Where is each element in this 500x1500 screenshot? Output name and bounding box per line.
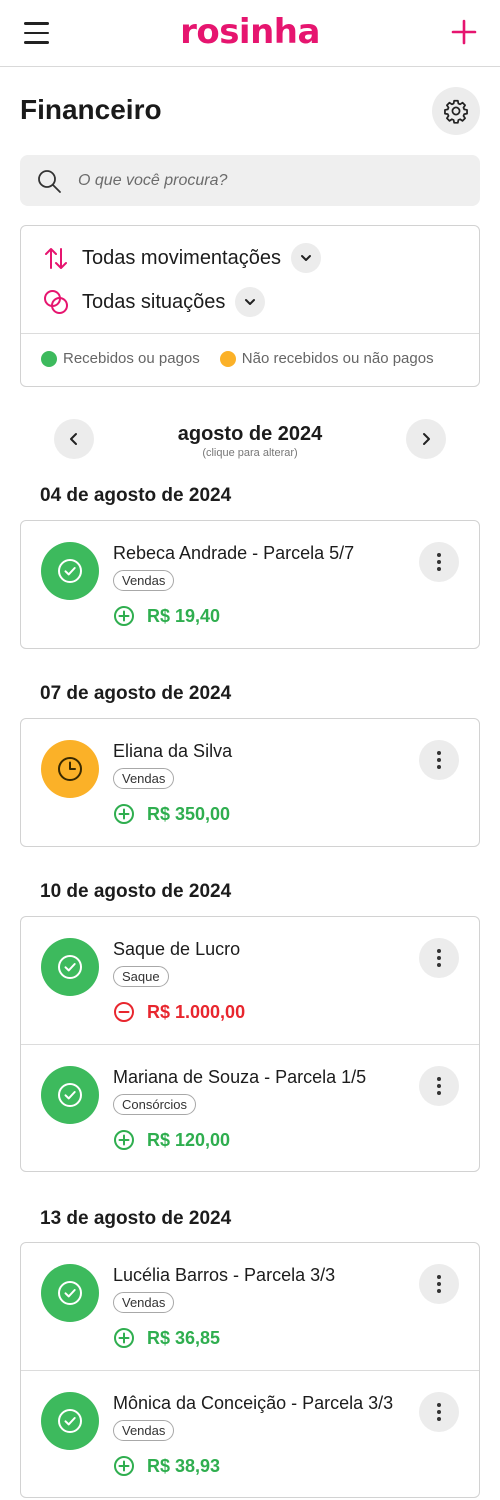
transaction-row[interactable]: Saque de Lucro Saque R$ 1.000,00: [21, 917, 479, 1044]
check-circle-icon: [58, 559, 82, 583]
status-indicator: [41, 740, 99, 798]
status-indicator: [41, 1066, 99, 1124]
gear-icon: [444, 99, 468, 124]
status-legend: Recebidos ou pagos Não recebidos ou não …: [41, 350, 454, 367]
more-options-button[interactable]: [419, 1264, 459, 1304]
transaction-name: Eliana da Silva: [113, 741, 233, 761]
search-icon: [38, 169, 61, 193]
date-heading: 07 de agosto de 2024: [40, 683, 232, 704]
transfer-arrows-icon: [41, 243, 71, 273]
transaction-card: Saque de Lucro Saque R$ 1.000,00 Mariana de…: [20, 916, 480, 1172]
date-heading: 13 de agosto de 2024: [40, 1208, 232, 1229]
transaction-amount: R$ 19,40: [147, 605, 221, 626]
search-bar: [20, 155, 480, 206]
chevron-down-icon[interactable]: [290, 243, 321, 273]
chevron-down-icon[interactable]: [235, 287, 266, 317]
month-navigator: agosto de 2024 (clique para alterar): [54, 419, 446, 461]
plus-circle-icon: [114, 606, 134, 626]
transaction-name: Mariana de Souza - Parcela 1/5: [113, 1067, 367, 1087]
category-tag: Vendas: [113, 768, 175, 789]
minus-circle-icon: [114, 1002, 134, 1022]
category-tag: Vendas: [113, 570, 175, 591]
transaction-card: Lucélia Barros - Parcela 3/3 Vendas R$ 36,…: [20, 1242, 480, 1498]
more-options-button[interactable]: [419, 1392, 459, 1432]
transaction-amount: R$ 36,85: [147, 1327, 221, 1348]
filters-panel: Todas movimentações Todas situações Rece…: [20, 225, 480, 387]
plus-circle-icon: [114, 1130, 134, 1150]
transaction-row[interactable]: Mariana de Souza - Parcela 1/5 Consórcios…: [21, 1044, 479, 1171]
movements-filter-label: Todas movimentações: [82, 246, 281, 269]
category-tag: Saque: [113, 966, 169, 987]
more-options-button[interactable]: [419, 542, 459, 582]
transaction-amount: R$ 350,00: [147, 803, 231, 824]
status-indicator: [41, 938, 99, 996]
next-month-button[interactable]: [406, 419, 446, 459]
legend-pending-label: Não recebidos ou não pagos: [241, 350, 434, 367]
date-heading: 04 de agosto de 2024: [40, 485, 232, 506]
transaction-name: Lucélia Barros - Parcela 3/3: [113, 1265, 336, 1285]
check-circle-icon: [58, 1281, 82, 1305]
more-vertical-icon: [437, 1076, 441, 1097]
month-hint: (clique para alterar): [202, 447, 298, 459]
category-tag: Consórcios: [113, 1094, 197, 1115]
divider: [21, 333, 479, 334]
more-vertical-icon: [437, 1402, 441, 1423]
settings-button[interactable]: [432, 87, 480, 135]
transaction-amount: R$ 38,93: [147, 1455, 221, 1476]
category-tag: Vendas: [113, 1420, 175, 1441]
transaction-name: Rebeca Andrade - Parcela 5/7: [113, 543, 355, 563]
amount-row: R$ 36,85: [113, 1327, 220, 1349]
legend-received-label: Recebidos ou pagos: [63, 350, 200, 367]
situations-filter[interactable]: Todas situações: [41, 287, 266, 317]
plus-circle-icon: [114, 1456, 134, 1476]
more-options-button[interactable]: [419, 1066, 459, 1106]
app-logo: rosinha: [180, 12, 320, 52]
plus-circle-icon: [114, 1328, 134, 1348]
plus-circle-icon: [114, 804, 134, 824]
transaction-row[interactable]: Mônica da Conceição - Parcela 3/3 Vendas R…: [21, 1370, 479, 1497]
amount-row: R$ 19,40: [113, 605, 220, 627]
check-circle-icon: [58, 1409, 82, 1433]
clock-icon: [58, 757, 82, 781]
transaction-row[interactable]: Lucélia Barros - Parcela 3/3 Vendas R$ 36,…: [21, 1243, 479, 1370]
search-input[interactable]: [78, 171, 438, 190]
transaction-card: Eliana da Silva Vendas R$ 350,00: [20, 718, 480, 847]
amount-row: R$ 1.000,00: [113, 1001, 245, 1023]
transaction-name: Saque de Lucro: [113, 939, 241, 959]
more-vertical-icon: [437, 552, 441, 573]
chevron-right-icon: [423, 433, 430, 445]
more-options-button[interactable]: [419, 938, 459, 978]
more-vertical-icon: [437, 750, 441, 771]
amount-row: R$ 350,00: [113, 803, 230, 825]
amount-row: R$ 120,00: [113, 1129, 230, 1151]
add-icon[interactable]: [450, 18, 478, 46]
more-vertical-icon: [437, 1274, 441, 1295]
transaction-amount: R$ 1.000,00: [147, 1001, 246, 1022]
more-vertical-icon: [437, 948, 441, 969]
status-indicator: [41, 1264, 99, 1322]
transaction-amount: R$ 120,00: [147, 1129, 231, 1150]
situations-filter-label: Todas situações: [82, 290, 226, 313]
transaction-row[interactable]: Eliana da Silva Vendas R$ 350,00: [21, 719, 479, 846]
check-circle-icon: [58, 955, 82, 979]
transaction-name: Mônica da Conceição - Parcela 3/3: [113, 1393, 394, 1413]
category-tag: Vendas: [113, 1292, 175, 1313]
check-circle-icon: [58, 1083, 82, 1107]
status-indicator: [41, 1392, 99, 1450]
legend-received: Recebidos ou pagos: [41, 350, 200, 367]
top-bar: rosinha: [0, 0, 500, 67]
transaction-card: Rebeca Andrade - Parcela 5/7 Vendas R$ 19,…: [20, 520, 480, 649]
page-title: Financeiro: [20, 94, 162, 125]
green-dot-icon: [41, 350, 57, 367]
more-options-button[interactable]: [419, 740, 459, 780]
amount-row: R$ 38,93: [113, 1455, 220, 1477]
linked-circles-icon: [41, 287, 71, 317]
transaction-row[interactable]: Rebeca Andrade - Parcela 5/7 Vendas R$ 19,…: [21, 521, 479, 648]
legend-pending: Não recebidos ou não pagos: [219, 350, 434, 367]
movements-filter[interactable]: Todas movimentações: [41, 243, 321, 273]
date-heading: 10 de agosto de 2024: [40, 881, 232, 902]
month-title[interactable]: agosto de 2024: [54, 423, 446, 446]
orange-dot-icon: [219, 350, 236, 367]
status-indicator: [41, 542, 99, 600]
